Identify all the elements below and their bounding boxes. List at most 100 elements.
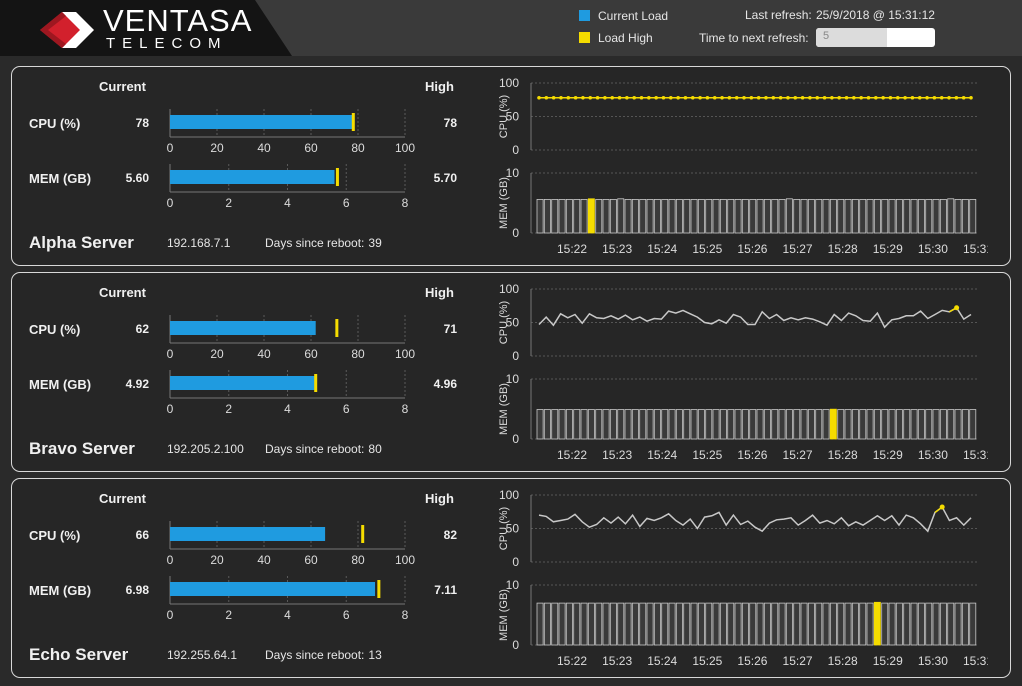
cpu-history-point [778,95,783,100]
mem-history-bar [903,602,911,646]
mem-history-bar [851,409,859,440]
mem-history-bar [925,198,933,234]
mem-history-bar [661,198,669,234]
mem-chart-ylabel: MEM (GB) [498,589,510,641]
mem-history-bar [639,409,647,440]
mem-history-bar [551,198,559,234]
current-header: Current [99,285,146,300]
mem-tick-label: 0 [167,402,174,416]
cpu-history-point [932,95,937,100]
legend-high-label: Load High [598,31,653,45]
time-axis-label: 15:23 [602,242,632,256]
mem-history-bar [727,602,735,646]
mem-current-bar [170,376,315,390]
cpu-current-value: 66 [135,528,149,542]
cpu-label: CPU (%) [29,322,81,337]
cpu-history-point [610,95,615,100]
last-refresh-value: 25/9/2018 @ 15:31:12 [816,8,935,22]
mem-tick-label: 4 [284,402,291,416]
mem-history-bar [565,602,573,646]
mem-high-marker [314,374,318,392]
mem-history-bar [617,198,625,234]
cpu-tick-label: 60 [304,553,318,567]
time-axis-label: 15:23 [602,654,632,668]
next-refresh-progress: 5 [816,28,935,47]
mem-history-bar [881,602,889,646]
mem-history-bar [536,602,544,646]
cpu-history-line [538,306,972,329]
mem-tick-label: 2 [225,402,232,416]
legend-current-swatch [579,10,590,21]
legend-load-high: Load High [579,31,653,45]
mem-history-bar [793,602,801,646]
mem-history-bar [536,198,544,234]
mem-history-bar [587,602,595,646]
mem-history-bar [969,409,977,440]
mem-history-bar [822,602,830,646]
mem-history-bar [888,409,896,440]
mem-history-bar [631,198,639,234]
mem-history-bar [631,602,639,646]
current-header: Current [99,79,146,94]
mem-current-bar [170,582,376,596]
cpu-history-point [705,95,710,100]
next-refresh-label: Time to next refresh: [699,31,809,45]
cpu-history-point [698,95,702,100]
time-axis-label: 15:30 [918,654,948,668]
mem-history-bar [785,409,793,440]
mem-history-bar [932,409,940,440]
mem-history-bar [697,602,705,646]
cpu-chart-ylabel: CPU (%) [498,507,510,550]
cpu-history-point [793,95,798,100]
mem-history-bar [888,602,896,646]
time-axis-label: 15:25 [692,448,722,462]
cpu-chart-y-tick: 100 [499,76,519,90]
cpu-history-point [859,95,863,100]
mem-history-bar [793,409,801,440]
cpu-chart-ylabel: CPU (%) [498,301,510,344]
server-name: Bravo Server [29,439,135,458]
cpu-history-point [881,95,885,100]
mem-history-bar [881,409,889,440]
time-axis-label: 15:22 [557,242,587,256]
mem-history-bar [727,198,735,234]
cpu-high-marker [351,113,355,131]
cpu-tick-label: 80 [351,141,365,155]
mem-chart-y-tick: 0 [512,226,519,240]
cpu-history-point [947,95,951,100]
time-axis-label: 15:29 [873,654,903,668]
cpu-history-point [617,95,622,100]
mem-history-bar [888,198,896,234]
cpu-history-point [771,95,776,100]
cpu-tick-label: 0 [167,553,174,567]
cpu-history-point [917,95,922,100]
mem-history-bar [895,409,903,440]
mem-history-bar [807,198,815,234]
cpu-history-point [808,95,812,100]
mem-history-bar [580,409,588,440]
cpu-tick-label: 100 [395,347,415,361]
cpu-history-point [581,95,585,100]
mem-history-bar [917,198,925,234]
mem-history-bar [580,602,588,646]
server-panel: Current High CPU (%) MEM (GB) 78 78 5.60 5.70 Al… [11,66,1011,266]
mem-history-bar [851,198,859,234]
mem-history-bar [778,198,786,234]
mem-history-bar [705,198,713,234]
history-charts: 050100CPU (%)010MEM (GB)15:22 15:23 15:24 1… [498,76,988,256]
mem-history-bar [543,198,551,234]
cpu-history-point [720,95,724,100]
cpu-history-point [595,95,600,100]
mem-history-bar [800,409,808,440]
mem-history-bar [969,198,977,234]
mem-history-bar [683,198,691,234]
mem-history-bar [712,198,720,234]
mem-history-bar [866,602,874,646]
mem-tick-label: 2 [225,196,232,210]
cpu-history-point [544,95,549,100]
mem-history-bar [609,602,617,646]
mem-history-bar [741,602,749,646]
mem-history-bar [800,602,808,646]
mem-history-bar [697,409,705,440]
time-axis-label: 15:26 [737,242,767,256]
